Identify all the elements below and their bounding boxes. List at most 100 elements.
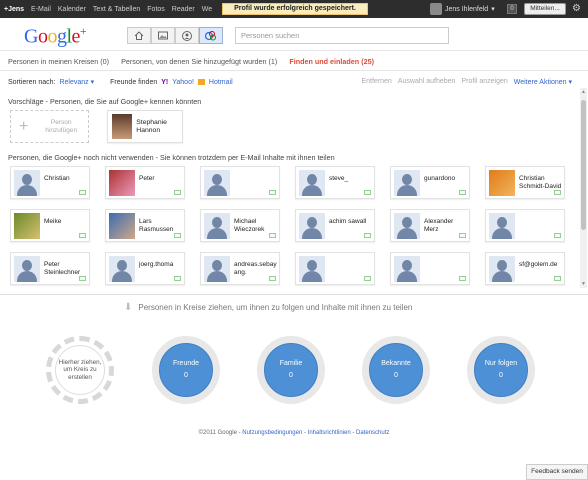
avatar-body bbox=[492, 228, 512, 239]
new-circle-dropzone[interactable]: Hierher ziehen, um Kreis zu erstellen bbox=[46, 336, 114, 404]
avatar-body bbox=[302, 228, 322, 239]
email-icon bbox=[554, 276, 561, 281]
remove-link[interactable]: Entfernen bbox=[361, 78, 391, 86]
scroll-up-icon[interactable]: ▲ bbox=[580, 89, 587, 95]
profile-icon[interactable] bbox=[175, 27, 199, 44]
contact-card[interactable]: Christian bbox=[10, 166, 90, 199]
circle-acquaintances[interactable]: Bekannte 0 bbox=[362, 336, 430, 404]
guidelines-link[interactable]: Inhaltsrichtlinien bbox=[308, 430, 351, 436]
scrollbar[interactable]: ▲ ▼ bbox=[580, 88, 587, 288]
scroll-down-icon[interactable]: ▼ bbox=[580, 281, 587, 287]
email-icon bbox=[364, 190, 371, 195]
nav-more[interactable]: We bbox=[202, 6, 212, 13]
avatar-body bbox=[17, 185, 37, 196]
nav-docs[interactable]: Text & Tabellen bbox=[93, 6, 140, 13]
avatar-head bbox=[497, 217, 507, 228]
google-plus-logo[interactable]: Google+ bbox=[24, 24, 87, 49]
contact-card[interactable]: andreas.sebayang. bbox=[200, 252, 280, 285]
nav-photos[interactable]: Fotos bbox=[147, 6, 165, 13]
contact-card[interactable]: Michael Wieczorek bbox=[200, 209, 280, 242]
share-button[interactable]: Mitteilen... bbox=[524, 3, 566, 15]
email-icon bbox=[269, 190, 276, 195]
contact-name: gunardono bbox=[424, 175, 456, 182]
contact-card[interactable]: Lars Rasmussen bbox=[105, 209, 185, 242]
header-divider bbox=[0, 50, 588, 51]
avatar bbox=[204, 170, 230, 196]
privacy-link[interactable]: Datenschutz bbox=[356, 430, 389, 436]
feedback-button[interactable]: Feedback senden bbox=[526, 464, 588, 480]
user-menu[interactable]: Jens Ihlenfeld ▾ bbox=[430, 3, 495, 15]
contact-card[interactable]: gunardono bbox=[390, 166, 470, 199]
photos-icon[interactable] bbox=[151, 27, 175, 44]
contact-card[interactable] bbox=[485, 209, 565, 242]
suggested-person-card[interactable]: Stephanie Hannon bbox=[107, 110, 183, 143]
avatar-body bbox=[302, 185, 322, 196]
contact-card[interactable]: joerg.thoma bbox=[105, 252, 185, 285]
avatar-body bbox=[302, 271, 322, 282]
hotmail-link[interactable]: Hotmail bbox=[209, 79, 233, 86]
contact-card[interactable] bbox=[390, 252, 470, 285]
show-profile-link[interactable]: Profil anzeigen bbox=[461, 78, 507, 86]
contact-card[interactable]: sf@golem.de bbox=[485, 252, 565, 285]
circle-name: Familie bbox=[279, 360, 303, 367]
contact-card[interactable] bbox=[295, 252, 375, 285]
contact-name: Peter bbox=[139, 175, 155, 182]
avatar bbox=[394, 170, 420, 196]
tab-added-me[interactable]: Personen, von denen Sie hinzugefügt wurd… bbox=[121, 57, 277, 66]
arrow-down-icon: ⬇ bbox=[124, 302, 133, 313]
nav-brand[interactable]: +Jens bbox=[4, 6, 24, 13]
more-actions-menu[interactable]: Weitere Aktionen ▾ bbox=[514, 78, 572, 86]
footer: ©2011 Google - Nutzungsbedingungen - Inh… bbox=[0, 430, 588, 436]
contact-card[interactable]: Meike bbox=[10, 209, 90, 242]
avatar bbox=[489, 170, 515, 196]
invite-heading: Personen, die Google+ noch nicht verwend… bbox=[8, 153, 335, 162]
terms-link[interactable]: Nutzungsbedingungen bbox=[242, 430, 302, 436]
search-input[interactable]: Personen suchen bbox=[235, 27, 449, 44]
email-icon bbox=[554, 190, 561, 195]
nav-email[interactable]: E-Mail bbox=[31, 6, 51, 13]
circle-following[interactable]: Nur folgen 0 bbox=[467, 336, 535, 404]
tab-find-invite[interactable]: Finden und einladen (25) bbox=[289, 57, 374, 66]
email-icon bbox=[554, 233, 561, 238]
user-name: Jens Ihlenfeld bbox=[445, 5, 489, 13]
tab-in-my-circles[interactable]: Personen in meinen Kreisen (0) bbox=[8, 57, 109, 66]
sort-dropdown[interactable]: Relevanz ▾ bbox=[59, 78, 94, 86]
scrollbar-thumb[interactable] bbox=[581, 100, 586, 230]
contact-card[interactable]: Peter Steinlechner bbox=[10, 252, 90, 285]
circles-icon[interactable] bbox=[199, 27, 223, 44]
contact-card[interactable]: steve_ bbox=[295, 166, 375, 199]
circle-count: 0 bbox=[289, 372, 293, 379]
avatar bbox=[299, 213, 325, 239]
contact-card[interactable]: Peter bbox=[105, 166, 185, 199]
nav-reader[interactable]: Reader bbox=[172, 6, 195, 13]
contact-card[interactable] bbox=[200, 166, 280, 199]
home-icon[interactable] bbox=[127, 27, 151, 44]
nav-calendar[interactable]: Kalender bbox=[58, 6, 86, 13]
circle-name: Nur folgen bbox=[484, 360, 518, 367]
contact-name: Meike bbox=[44, 218, 62, 225]
contact-card[interactable]: Christian Schmidt-David bbox=[485, 166, 565, 199]
deselect-link[interactable]: Auswahl aufheben bbox=[398, 78, 456, 86]
contact-name: Michael Wieczorek bbox=[234, 218, 265, 233]
avatar bbox=[14, 256, 40, 282]
notification-badge[interactable]: 0 bbox=[507, 4, 517, 14]
success-toast: Profil wurde erfolgreich gespeichert. bbox=[222, 3, 368, 15]
circle-count: 0 bbox=[394, 372, 398, 379]
add-person-card[interactable]: + Person hinzufügen bbox=[10, 110, 89, 143]
email-icon bbox=[174, 190, 181, 195]
yahoo-link[interactable]: Yahoo! bbox=[172, 79, 194, 86]
contact-name: Christian bbox=[44, 175, 70, 182]
circle-friends[interactable]: Freunde 0 bbox=[152, 336, 220, 404]
circle-family[interactable]: Familie 0 bbox=[257, 336, 325, 404]
contact-card[interactable]: Alexander Merz bbox=[390, 209, 470, 242]
avatar-body bbox=[207, 185, 227, 196]
email-icon bbox=[269, 233, 276, 238]
bulk-actions: Entfernen Auswahl aufheben Profil anzeig… bbox=[361, 78, 572, 86]
gear-icon[interactable]: ⚙ bbox=[572, 3, 581, 15]
sort-label: Sortieren nach: bbox=[8, 78, 56, 86]
email-icon bbox=[364, 233, 371, 238]
avatar-body bbox=[397, 185, 417, 196]
avatar bbox=[109, 170, 135, 196]
contact-card[interactable]: achim sawall bbox=[295, 209, 375, 242]
email-icon bbox=[79, 233, 86, 238]
